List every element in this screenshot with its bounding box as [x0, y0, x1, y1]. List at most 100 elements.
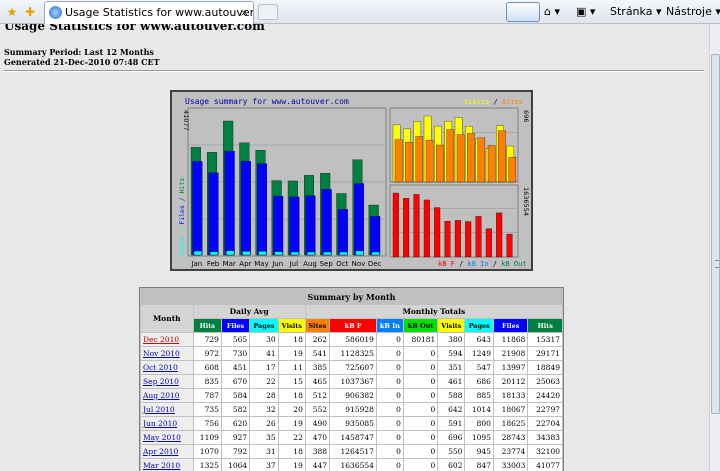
vertical-scrollbar[interactable]	[709, 24, 720, 471]
menu-page[interactable]: Stránka ▾	[610, 3, 661, 21]
menu-tools[interactable]: Nástroje ▾	[666, 3, 720, 21]
table-cell: 18	[278, 445, 305, 458]
table-cell: 0	[403, 445, 438, 458]
generated-date: Generated 21-Dec-2010 07:48 CET	[4, 57, 160, 67]
pages-bar	[242, 251, 251, 256]
add-favorite-icon[interactable]: ✚	[22, 4, 38, 20]
left-max-label: 41077	[182, 110, 190, 131]
table-row: Mar 2010 1325 1064 37 19 447 1636554 0 0 602 847 33…	[141, 459, 562, 471]
table-cell: 0	[376, 445, 403, 458]
month-link[interactable]: Mar 2010	[141, 459, 193, 471]
sites-bar	[498, 130, 506, 183]
table-cell: 20112	[493, 375, 528, 388]
table-cell: 20	[278, 403, 305, 416]
table-cell: 18625	[493, 417, 528, 430]
table-cell: 490	[305, 417, 330, 430]
month-link[interactable]: Nov 2010	[141, 347, 193, 360]
files-bar	[208, 172, 219, 256]
table-cell: 26	[250, 417, 278, 430]
month-link[interactable]: Jul 2010	[141, 403, 193, 416]
table-cell: 1014	[465, 403, 493, 416]
table-cell: 28743	[493, 431, 528, 444]
table-cell: 643	[465, 333, 493, 346]
kbf-bar	[444, 221, 451, 258]
table-cell: 547	[465, 361, 493, 374]
table-cell: 725607	[330, 361, 376, 374]
favorites-star-icon[interactable]: ★	[4, 4, 20, 20]
table-cell: 11	[278, 361, 305, 374]
table-cell: 935085	[330, 417, 376, 430]
table-row: Sep 2010 835 670 22 15 465 1037367 0 0 461 686 2011…	[141, 375, 562, 388]
table-cell: 470	[305, 431, 330, 444]
legend-item: /	[455, 260, 468, 268]
pages-bar	[355, 250, 364, 256]
table-cell: 24420	[528, 389, 562, 402]
home-icon[interactable]: ⌂ ▾	[544, 3, 560, 21]
legend-item: /	[489, 98, 502, 106]
tab-usage-statistics[interactable]: Usage Statistics for www.autouver.com - …	[44, 1, 254, 24]
month-link[interactable]: May 2010	[141, 431, 193, 444]
table-cell: 588	[438, 389, 465, 402]
col-header-kb-f: kB F	[330, 319, 376, 332]
table-cell: 1095	[465, 431, 493, 444]
table-cell: 0	[376, 375, 403, 388]
table-cell: 29171	[528, 347, 562, 360]
table-cell: 451	[221, 361, 250, 374]
legend-item: kB In	[468, 260, 489, 268]
table-cell: 642	[438, 403, 465, 416]
table-row: Nov 2010 972 730 41 19 541 1128325 0 0 594 1249 219…	[141, 347, 562, 360]
table-cell: 18	[278, 333, 305, 346]
chart-svg: Jan Feb Mar Apr May Jun Jul Aug Sep Oct Nov Dec 4107…	[178, 98, 530, 268]
tab-close-icon[interactable]: ×	[240, 2, 249, 23]
table-cell: 35	[250, 431, 278, 444]
table-cell: 19	[278, 347, 305, 360]
table-cell: 1636554	[330, 459, 376, 471]
month-link[interactable]: Sep 2010	[141, 375, 193, 388]
sites-bar	[446, 129, 455, 183]
files-bar	[257, 163, 268, 256]
page-content: Usage Statistics for www.autouver.com Su…	[0, 24, 709, 471]
table-cell: 787	[193, 389, 221, 402]
month-tick-label: Jan	[190, 260, 202, 268]
table-cell: 885	[465, 389, 493, 402]
table-cell: 696	[438, 431, 465, 444]
top-right-max-label: 696	[522, 110, 530, 122]
month-link[interactable]: Dec 2010	[141, 333, 193, 346]
month-tick-label: Sep	[320, 260, 334, 268]
month-link[interactable]: Oct 2010	[141, 361, 193, 374]
month-tick-label: Jul	[289, 260, 299, 268]
print-icon[interactable]: ▣ ▾	[576, 3, 595, 21]
summary-header: Summary Period: Last 12 Months Generated…	[4, 47, 160, 67]
summary-rows: Dec 2010 729 565 30 18 262 586019 0 80181 380 643 1…	[141, 333, 562, 471]
month-link[interactable]: Apr 2010	[141, 445, 193, 458]
table-cell: 22797	[528, 403, 562, 416]
scrollbar-thumb[interactable]	[711, 54, 720, 414]
table-cell: 18	[278, 389, 305, 402]
legend-item: /	[489, 260, 502, 268]
table-cell: 972	[193, 347, 221, 360]
table-cell: 11868	[493, 333, 528, 346]
month-link[interactable]: Aug 2010	[141, 389, 193, 402]
table-cell: 15317	[528, 333, 562, 346]
table-cell: 594	[438, 347, 465, 360]
table-cell: 1264517	[330, 445, 376, 458]
table-cell: 565	[221, 333, 250, 346]
month-link[interactable]: Jun 2010	[141, 417, 193, 430]
col-header-pages: Pages	[250, 319, 278, 332]
pages-bar	[258, 251, 267, 256]
files-bar	[337, 209, 348, 256]
visits-sites-legend: Visits / Sites	[464, 98, 523, 106]
files-bar	[240, 161, 251, 256]
table-cell: 835	[193, 375, 221, 388]
new-tab-button[interactable]	[258, 4, 278, 20]
summary-period: Summary Period: Last 12 Months	[4, 47, 154, 57]
rss-feed-button[interactable]	[506, 2, 540, 22]
sites-bar	[487, 145, 496, 183]
table-row: Aug 2010 787 584 28 18 512 906382 0 0 588 885 18133…	[141, 389, 562, 402]
table-cell: 1325	[193, 459, 221, 471]
sites-bar	[467, 133, 475, 183]
table-cell: 447	[305, 459, 330, 471]
table-cell: 0	[376, 417, 403, 430]
legend-item: Visits	[464, 98, 489, 106]
month-tick-label: Feb	[207, 260, 220, 268]
